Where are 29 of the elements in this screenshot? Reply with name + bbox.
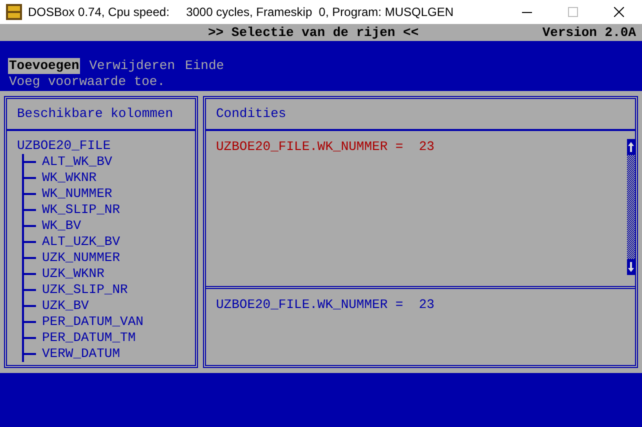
app-icon <box>6 4 22 20</box>
tree-item[interactable]: ALT_WK_BV <box>42 154 112 170</box>
tree-item[interactable]: WK_WKNR <box>42 170 97 186</box>
panel-title: Condities <box>216 106 286 122</box>
tree-item[interactable]: WK_SLIP_NR <box>42 202 120 218</box>
screen-title: >> Selectie van de rijen << <box>208 24 419 40</box>
tree-item[interactable]: ALT_UZK_BV <box>42 234 120 250</box>
tree-item[interactable]: UZK_WKNR <box>42 266 104 282</box>
condition-detail: UZBOE20_FILE.WK_NUMMER = 23 <box>216 297 434 312</box>
tree-item[interactable]: UZK_SLIP_NR <box>42 282 128 298</box>
tree-item[interactable]: WK_BV <box>42 218 82 234</box>
condition-row[interactable]: UZBOE20_FILE.WK_NUMMER = 23 <box>216 139 617 155</box>
tree-item[interactable]: VERW_DATUM <box>42 346 120 362</box>
tree-item[interactable]: PER_DATUM_TM <box>42 330 136 346</box>
maximize-icon <box>568 7 578 17</box>
menu-item[interactable]: Einde <box>184 58 226 74</box>
panel-title: Beschikbare kolommen <box>17 106 174 122</box>
tree-item[interactable]: WK_NUMMER <box>42 186 112 202</box>
tree-root[interactable]: UZBOE20_FILE <box>17 138 185 154</box>
tree-item[interactable]: PER_DATUM_VAN <box>42 314 144 330</box>
scrollbar[interactable] <box>627 139 635 275</box>
menu-item[interactable]: Toevoegen <box>8 58 80 74</box>
close-icon <box>614 7 624 17</box>
window-title: DOSBox 0.74, Cpu speed: 3000 cycles, Frameskip 0, Program: MUSQLGEN <box>28 4 454 21</box>
hint-text: Voeg voorwaarde toe. <box>8 74 166 90</box>
tree-item[interactable]: UZK_BV <box>42 298 89 314</box>
tree-item[interactable]: UZK_NUMMER <box>42 250 120 266</box>
menu-item[interactable]: Verwijderen <box>88 58 176 74</box>
version-label: Version 2.0A <box>542 24 636 40</box>
